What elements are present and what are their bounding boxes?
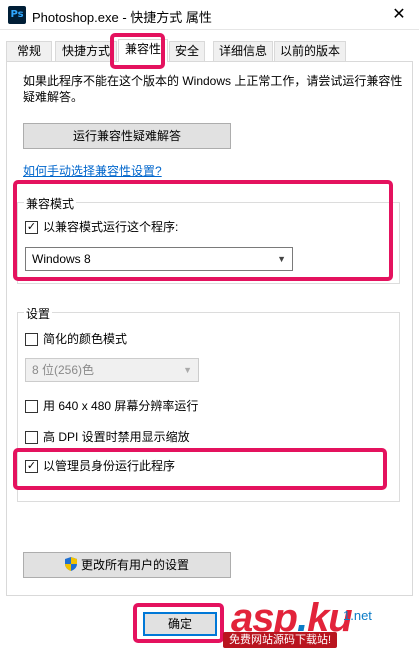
os-version-select[interactable]: Windows 8 ▼ xyxy=(25,247,293,271)
tab-compatibility[interactable]: 兼容性 xyxy=(118,39,168,62)
tab-strip: 常规 快捷方式 兼容性 安全 详细信息 以前的版本 xyxy=(6,39,416,62)
compatibility-panel: 如果此程序不能在这个版本的 Windows 上正常工作，请尝试运行兼容性疑难解答… xyxy=(6,61,413,596)
watermark-domain: 1.net xyxy=(343,608,372,623)
dpi-scaling-label: 高 DPI 设置时禁用显示缩放 xyxy=(43,430,190,444)
compat-mode-label: 以兼容模式运行这个程序: xyxy=(43,220,179,234)
manual-compat-link[interactable]: 如何手动选择兼容性设置? xyxy=(23,162,162,179)
color-depth-select: 8 位(256)色 ▼ xyxy=(25,358,199,382)
ok-button[interactable]: 确定 xyxy=(143,612,217,636)
empty-checkbox-icon[interactable] xyxy=(25,400,38,413)
tab-shortcut[interactable]: 快捷方式 xyxy=(55,41,117,62)
color-depth-value: 8 位(256)色 xyxy=(32,363,95,377)
run-640-label: 用 640 x 480 屏幕分辨率运行 xyxy=(43,399,199,413)
run-as-admin-checkbox[interactable]: ✓ 以管理员身份运行此程序 xyxy=(25,459,325,475)
chevron-down-icon: ▼ xyxy=(183,365,192,375)
title-bar: Ps Photoshop.exe - 快捷方式 属性 ✕ xyxy=(0,0,419,30)
photoshop-icon: Ps xyxy=(8,6,26,24)
settings-group: 设置 简化的颜色模式 8 位(256)色 ▼ 用 640 x 480 屏幕分辨率… xyxy=(17,305,400,502)
tab-security[interactable]: 安全 xyxy=(169,41,205,62)
reduced-color-label: 简化的颜色模式 xyxy=(43,332,128,346)
empty-checkbox-icon[interactable] xyxy=(25,431,38,444)
watermark-tagline: 免费网站源码下载站! xyxy=(223,632,338,648)
tab-previous-versions[interactable]: 以前的版本 xyxy=(274,41,346,62)
compat-mode-legend: 兼容模式 xyxy=(24,195,77,212)
os-version-value: Windows 8 xyxy=(32,252,91,266)
compat-description: 如果此程序不能在这个版本的 Windows 上正常工作，请尝试运行兼容性疑难解答… xyxy=(23,74,403,104)
uac-shield-icon xyxy=(64,557,77,571)
checkmark-icon[interactable]: ✓ xyxy=(25,221,38,234)
settings-legend: 设置 xyxy=(24,305,53,322)
run-640-checkbox[interactable]: 用 640 x 480 屏幕分辨率运行 xyxy=(25,399,325,415)
site-watermark: asp.ku 1.net 免费网站源码下载站! xyxy=(223,596,413,648)
tab-details[interactable]: 详细信息 xyxy=(213,41,273,62)
compat-mode-checkbox[interactable]: ✓ 以兼容模式运行这个程序: xyxy=(25,220,325,236)
chevron-down-icon: ▼ xyxy=(277,254,286,264)
checkmark-icon[interactable]: ✓ xyxy=(25,460,38,473)
run-troubleshooter-button[interactable]: 运行兼容性疑难解答 xyxy=(23,123,231,149)
reduced-color-checkbox[interactable]: 简化的颜色模式 xyxy=(25,332,275,348)
change-all-users-label: 更改所有用户的设置 xyxy=(80,558,189,572)
compat-mode-group: 兼容模式 ✓ 以兼容模式运行这个程序: Windows 8 ▼ xyxy=(17,195,400,284)
close-icon[interactable]: ✕ xyxy=(385,3,413,27)
empty-checkbox-icon[interactable] xyxy=(25,333,38,346)
window-title: Photoshop.exe - 快捷方式 属性 xyxy=(32,10,212,25)
tab-general[interactable]: 常规 xyxy=(6,41,52,62)
run-as-admin-label: 以管理员身份运行此程序 xyxy=(43,459,176,473)
dpi-scaling-checkbox[interactable]: 高 DPI 设置时禁用显示缩放 xyxy=(25,430,325,446)
change-all-users-button[interactable]: 更改所有用户的设置 xyxy=(23,552,231,578)
